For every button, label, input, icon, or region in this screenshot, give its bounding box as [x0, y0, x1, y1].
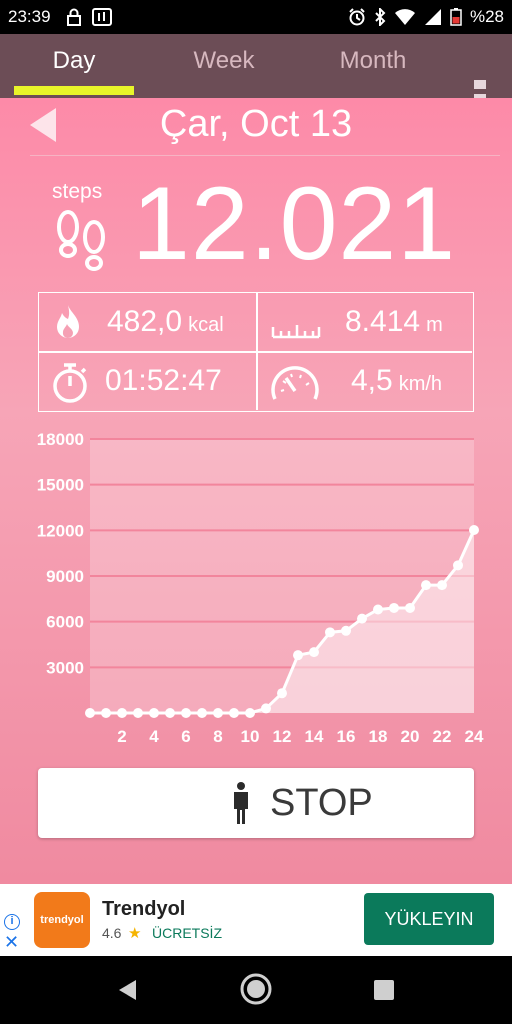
wifi-icon [394, 9, 415, 25]
chart-data-point [357, 613, 367, 624]
battery-percent: %28 [469, 7, 504, 26]
chart-data-point [341, 625, 351, 636]
date-title: Çar, Oct 13 [159, 103, 353, 145]
star-icon: ★ [128, 925, 142, 942]
x-tick-label: 24 [465, 727, 484, 746]
chart-data-point [245, 708, 255, 718]
x-tick-label: 2 [117, 727, 126, 746]
ad-banner[interactable]: i ✕ trendyol Trendyol 4.6 ★ ÜCRETSİZ YÜK… [0, 884, 512, 956]
x-tick-label: 12 [273, 727, 292, 746]
y-tick-label: 9000 [46, 567, 84, 586]
speedometer-icon [271, 366, 319, 400]
x-tick-label: 16 [337, 727, 356, 746]
speed-unit: km/h [398, 373, 443, 395]
stats-divider [39, 351, 472, 353]
ad-app-logo[interactable]: trendyol [34, 892, 90, 948]
tab-week[interactable]: Week [154, 34, 294, 98]
x-tick-label: 6 [181, 727, 190, 746]
calories-unit: kcal [188, 314, 224, 336]
x-tick-label: 14 [305, 727, 324, 746]
chart-data-point [85, 708, 95, 718]
chart-data-point [389, 602, 399, 613]
bluetooth-icon [375, 8, 386, 26]
status-time: 23:39 [8, 7, 51, 26]
ruler-icon [271, 325, 321, 339]
chart-data-point [437, 580, 447, 591]
flame-icon [57, 305, 79, 339]
recents-nav-icon[interactable] [373, 979, 395, 1001]
calories-value: 482,0 [107, 305, 183, 338]
chart-data-point [405, 602, 415, 613]
status-bar: 23:39 %28 [0, 0, 512, 34]
speed-value: 4,5 [351, 364, 393, 397]
chart-data-point [229, 708, 239, 718]
ad-title: Trendyol [102, 898, 186, 920]
duration-value: 01:52:47 [105, 364, 222, 397]
chart-data-point [101, 708, 111, 718]
chart-data-point [325, 627, 335, 638]
ad-rating: 4.6 [102, 925, 122, 941]
x-tick-label: 20 [401, 727, 420, 746]
signal-icon [424, 9, 441, 25]
steps-chart: 3000600090001200015000180002 4 6 8 10 12 14 16 1… [37, 430, 484, 746]
duration-stat: 01:52:47 [105, 364, 222, 398]
stopwatch-icon [53, 363, 87, 403]
y-tick-label: 3000 [46, 658, 84, 677]
app-screen: 23:39 %28 Day Week Month Çar, Oct 13 ste… [0, 0, 512, 1024]
chart-data-point [293, 650, 303, 661]
steps-count: 12.021 [132, 166, 457, 282]
ad-install-button[interactable]: YÜKLEYIN [364, 893, 494, 945]
distance-value: 8.414 [345, 305, 421, 338]
chart-data-point [117, 708, 127, 718]
person-icon [234, 782, 248, 824]
ad-close-icon[interactable]: ✕ [4, 932, 19, 953]
y-tick-label: 12000 [37, 521, 84, 540]
chart-data-point [421, 580, 431, 591]
back-nav-icon[interactable] [116, 978, 138, 1002]
steps-label: steps [52, 180, 103, 203]
x-tick-label: 18 [369, 727, 388, 746]
y-tick-label: 18000 [37, 430, 84, 449]
chart-data-point [309, 647, 319, 658]
tab-indicator [14, 86, 134, 95]
chart-data-point [373, 604, 383, 615]
x-tick-label: 22 [433, 727, 452, 746]
stop-button[interactable]: STOP [38, 768, 474, 838]
chart-data-point [277, 688, 287, 699]
divider [30, 155, 500, 156]
footprints-icon [57, 210, 105, 271]
x-tick-label: 4 [149, 727, 159, 746]
calories-stat: 482,0 kcal [107, 305, 224, 339]
chart-data-point [453, 560, 463, 571]
chart-data-point [197, 708, 207, 718]
lock-icon [67, 8, 81, 26]
stop-button-label: STOP [270, 782, 373, 824]
battery-icon [450, 8, 462, 26]
chart-data-point [213, 708, 223, 718]
stats-grid: 482,0 kcal 8.414 m 01:52:47 4,5 km/h [38, 292, 474, 412]
home-nav-icon[interactable] [239, 972, 273, 1006]
y-tick-label: 15000 [37, 476, 84, 495]
chart-data-point [165, 708, 175, 718]
chart-data-point [149, 708, 159, 718]
chart-data-point [261, 703, 271, 714]
chart-data-point [469, 525, 479, 536]
ad-price: ÜCRETSİZ [152, 925, 222, 941]
distance-unit: m [426, 314, 443, 336]
app-notification-icon [92, 8, 112, 26]
chart-data-point [133, 708, 143, 718]
chart-data-point [181, 708, 191, 718]
alarm-icon [349, 8, 365, 26]
x-tick-label: 8 [213, 727, 222, 746]
x-tick-label: 10 [241, 727, 260, 746]
tab-month[interactable]: Month [303, 34, 443, 98]
distance-stat: 8.414 m [345, 305, 443, 339]
navigation-bar [0, 956, 512, 1024]
y-tick-label: 6000 [46, 613, 84, 632]
speed-stat: 4,5 km/h [351, 364, 442, 398]
ad-info-icon[interactable]: i [4, 914, 20, 930]
